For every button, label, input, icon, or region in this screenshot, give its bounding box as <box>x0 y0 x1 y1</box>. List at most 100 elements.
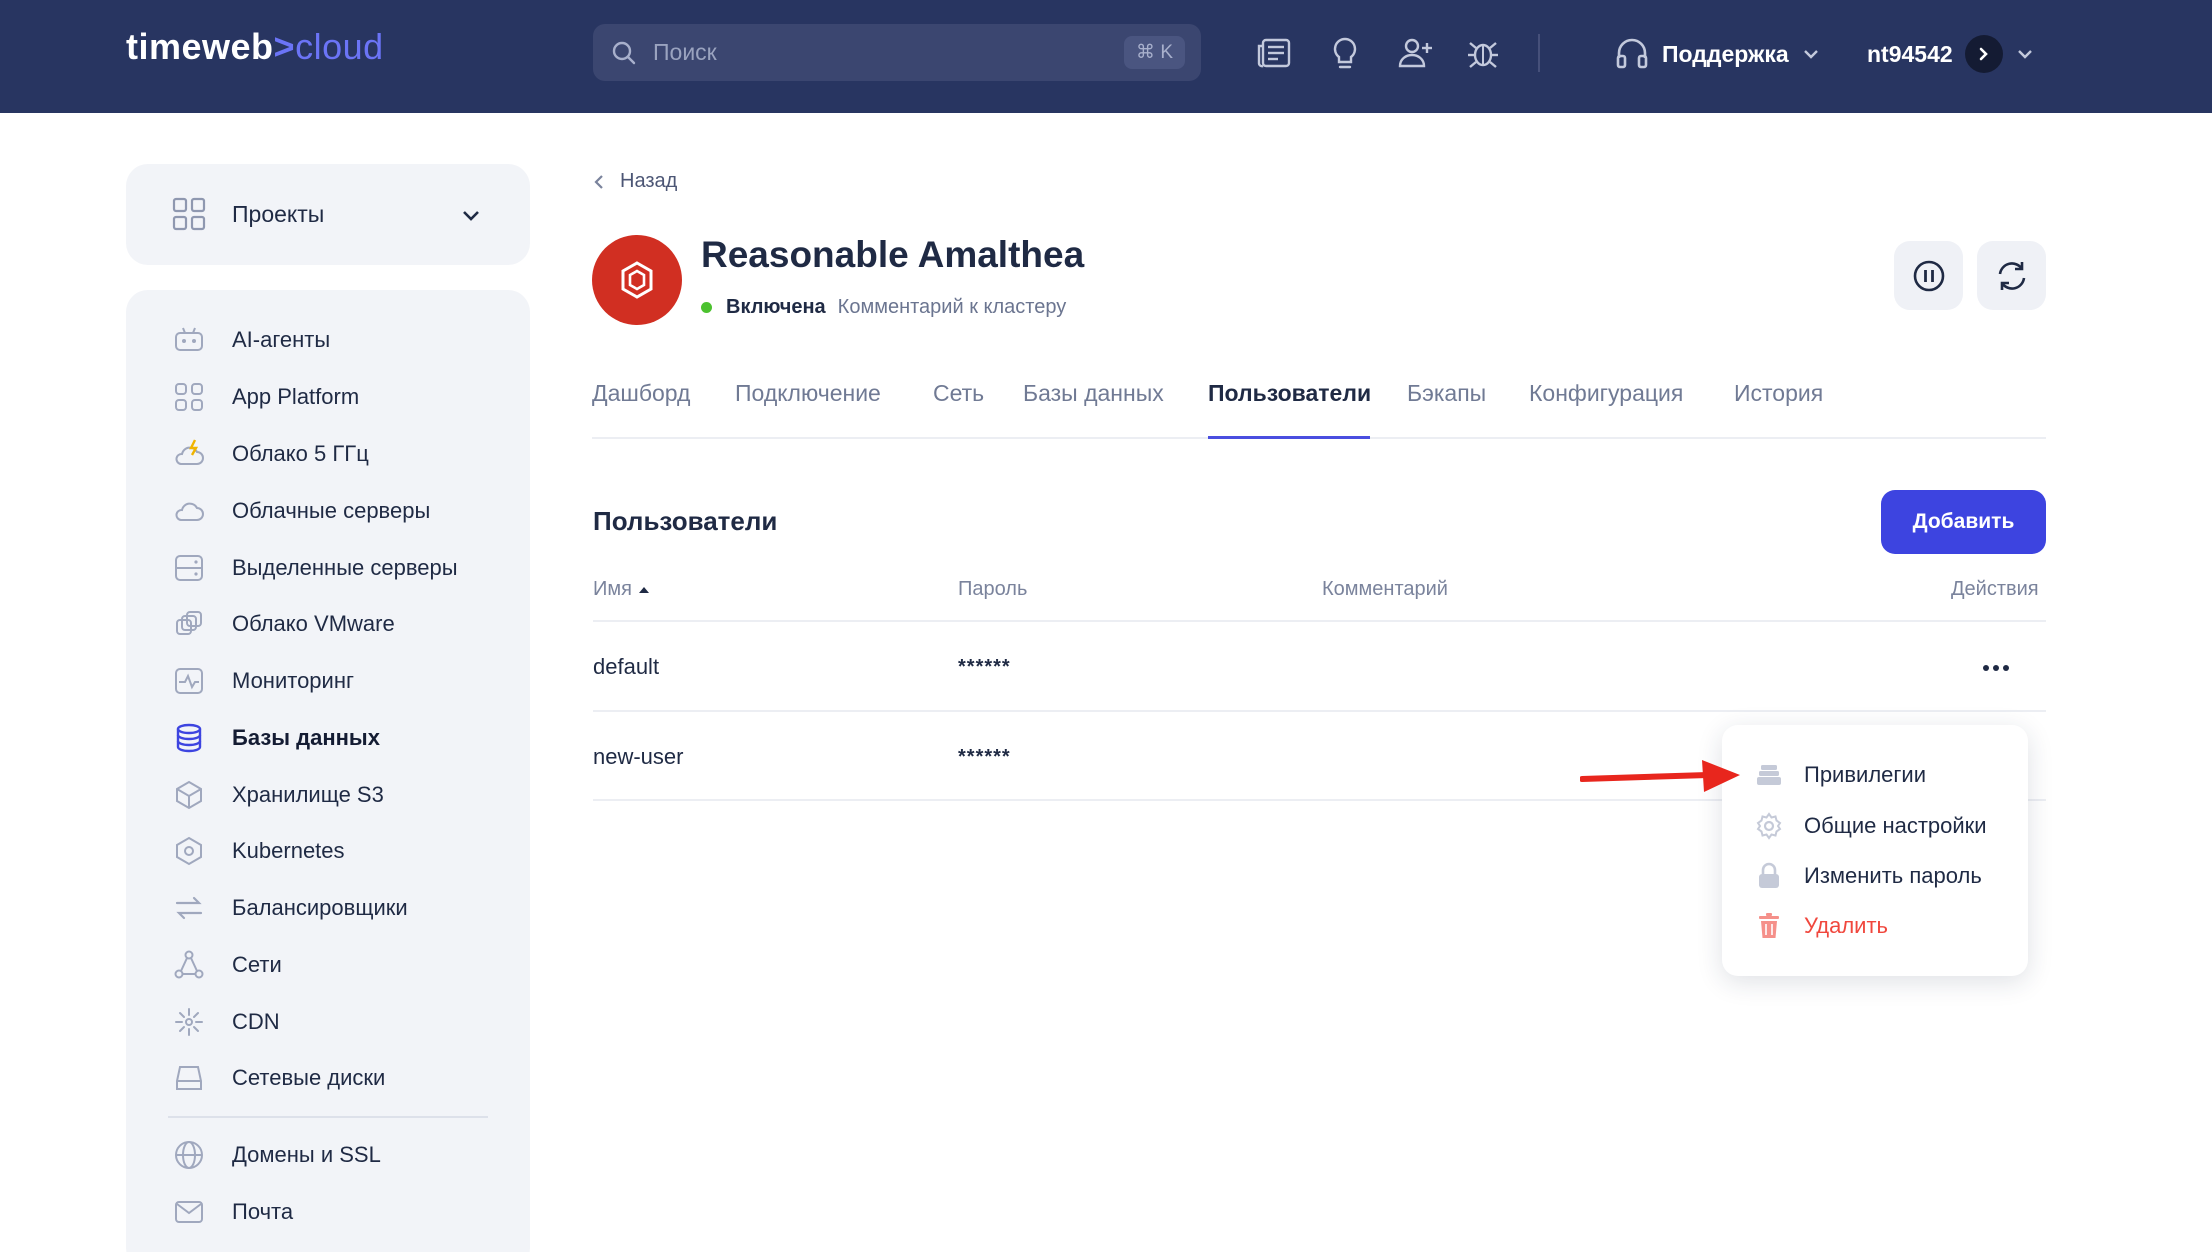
sidebar-item-label: Мониторинг <box>232 668 355 693</box>
chevron-down-icon[interactable] <box>2015 44 2035 64</box>
sidebar-item-cloud-servers[interactable]: Облачные серверы <box>172 491 502 531</box>
search-input[interactable]: Поиск ⌘ K <box>593 24 1201 81</box>
sidebar-item-label: Домены и SSL <box>232 1142 381 1167</box>
sidebar-item-s3-storage[interactable]: Хранилище S3 <box>172 775 502 815</box>
menu-item-general-settings[interactable]: Общие настройки <box>1754 808 1987 844</box>
sidebar-item-label: Сетевые диски <box>232 1065 386 1090</box>
database-icon <box>172 721 206 755</box>
lightbulb-icon[interactable] <box>1326 34 1364 72</box>
chevron-left-icon <box>594 174 603 189</box>
account-menu[interactable]: nt94542 <box>1867 34 2035 74</box>
menu-item-label: Общие настройки <box>1804 813 1987 838</box>
refresh-icon <box>1998 261 2025 290</box>
tab-databases[interactable]: Базы данных <box>1023 380 1164 407</box>
active-tab-indicator <box>1208 436 1370 439</box>
tab-configuration[interactable]: Конфигурация <box>1529 380 1683 407</box>
user-password: ****** <box>958 746 1011 768</box>
sort-ascending-icon <box>638 587 649 593</box>
menu-item-privileges[interactable]: Привилегии <box>1754 757 1926 793</box>
vmware-icon <box>172 607 206 641</box>
menu-item-change-password[interactable]: Изменить пароль <box>1754 858 1982 894</box>
bug-icon[interactable] <box>1464 34 1502 72</box>
tab-network[interactable]: Сеть <box>933 380 984 407</box>
sidebar-item-mail[interactable]: Почта <box>172 1192 502 1232</box>
sidebar-item-ai-agents[interactable]: AI-агенты <box>172 320 502 360</box>
projects-grid-icon <box>172 197 206 231</box>
timeweb-cloud-logo[interactable]: timeweb>cloud <box>126 26 384 68</box>
cube-icon <box>172 778 206 812</box>
sidebar-item-monitoring[interactable]: Мониторинг <box>172 661 502 701</box>
projects-selector[interactable]: Проекты <box>126 164 530 265</box>
database-engine-icon <box>621 261 653 299</box>
sidebar-item-label: Облако 5 ГГц <box>232 441 369 466</box>
restart-button[interactable] <box>1977 241 2046 310</box>
add-user-button[interactable]: Добавить <box>1881 490 2046 554</box>
status-dot <box>701 302 712 313</box>
news-icon[interactable] <box>1256 34 1294 72</box>
sidebar-item-cloud-5ghz[interactable]: Облако 5 ГГц <box>172 434 502 474</box>
headset-icon <box>1616 38 1648 69</box>
tab-backups[interactable]: Бэкапы <box>1407 380 1486 407</box>
search-placeholder: Поиск <box>653 39 717 65</box>
table-divider <box>593 710 2046 712</box>
sidebar-item-balancers[interactable]: Балансировщики <box>172 888 502 928</box>
pause-button[interactable] <box>1894 241 1963 310</box>
sidebar-item-label: Облако VMware <box>232 611 395 636</box>
sidebar-item-kubernetes[interactable]: Kubernetes <box>172 831 502 871</box>
sidebar-item-label: Балансировщики <box>232 895 408 920</box>
menu-item-delete[interactable]: Удалить <box>1754 908 1888 944</box>
sidebar-item-network-disks[interactable]: Сетевые диски <box>172 1058 502 1098</box>
sidebar-item-label: Хранилище S3 <box>232 782 384 807</box>
username: nt94542 <box>1867 40 1953 67</box>
account-arrow-icon[interactable] <box>1964 35 2003 73</box>
network-icon <box>172 948 206 982</box>
sidebar-item-databases[interactable]: Базы данных <box>172 718 502 758</box>
tab-history[interactable]: История <box>1734 380 1823 407</box>
tab-users[interactable]: Пользователи <box>1208 380 1371 407</box>
sidebar-item-vmware[interactable]: Облако VMware <box>172 604 502 644</box>
tab-connection[interactable]: Подключение <box>735 380 881 407</box>
sidebar-item-app-platform[interactable]: App Platform <box>172 377 502 417</box>
robot-icon <box>172 323 206 357</box>
sidebar-item-label: Выделенные серверы <box>232 555 458 580</box>
user-name: new-user <box>593 744 684 769</box>
sidebar-item-domains-ssl[interactable]: Домены и SSL <box>172 1135 502 1175</box>
cloud-icon <box>172 494 206 528</box>
menu-item-label: Удалить <box>1804 913 1888 938</box>
row-actions-menu: Привилегии Общие настройки Изменить паро… <box>1722 725 2028 976</box>
monitoring-icon <box>172 664 206 698</box>
pause-icon <box>1913 260 1944 291</box>
sidebar-item-cdn[interactable]: CDN <box>172 1002 502 1042</box>
disk-icon <box>172 1061 206 1095</box>
trash-icon <box>1754 911 1784 941</box>
globe-icon <box>172 1138 206 1172</box>
cluster-comment-link[interactable]: Комментарий к кластеру <box>838 296 1067 319</box>
gear-icon <box>1754 811 1784 841</box>
add-user-icon[interactable] <box>1396 34 1434 72</box>
sidebar-item-label: Сети <box>232 952 282 977</box>
cluster-status-line: Включена Комментарий к кластеру <box>701 296 1066 319</box>
tab-dashboard[interactable]: Дашборд <box>592 380 690 407</box>
balancer-icon <box>172 891 206 925</box>
column-header-name[interactable]: Имя <box>593 578 650 601</box>
kubernetes-icon <box>172 834 206 868</box>
column-header-comment: Комментарий <box>1322 578 1448 600</box>
status-text: Включена <box>726 296 826 318</box>
sidebar-item-label: Kubernetes <box>232 838 345 863</box>
projects-label: Проекты <box>232 201 325 227</box>
cluster-title: Reasonable Amalthea <box>701 234 1085 275</box>
sidebar-item-dedicated-servers[interactable]: Выделенные серверы <box>172 548 502 588</box>
header-divider <box>1538 34 1540 72</box>
privileges-icon <box>1754 760 1784 790</box>
cdn-icon <box>172 1005 206 1039</box>
back-link[interactable]: Назад <box>592 170 677 193</box>
lock-icon <box>1754 861 1784 891</box>
support-menu[interactable]: Поддержка <box>1614 34 1821 74</box>
column-header-password: Пароль <box>958 578 1028 600</box>
column-header-actions: Действия <box>1951 578 2039 600</box>
row-actions-button[interactable] <box>1978 650 2014 686</box>
sidebar-item-label: Облачные серверы <box>232 498 431 523</box>
search-shortcut-badge: ⌘ K <box>1124 36 1185 69</box>
sidebar-item-networks[interactable]: Сети <box>172 945 502 985</box>
menu-item-label: Изменить пароль <box>1804 863 1982 888</box>
